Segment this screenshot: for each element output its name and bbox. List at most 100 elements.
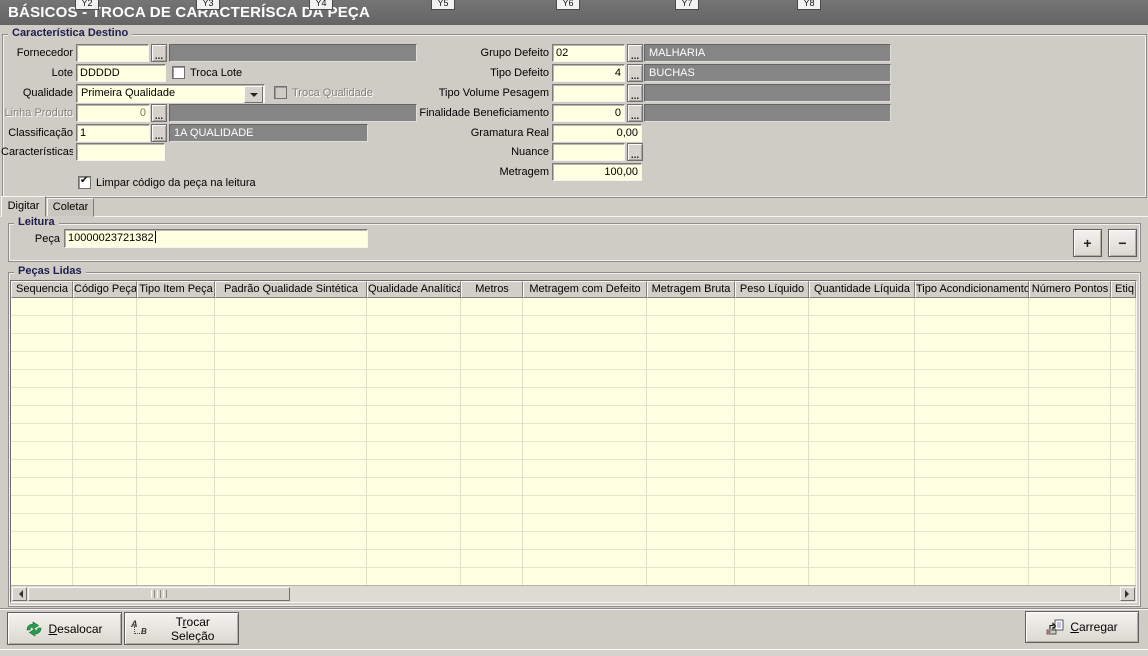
carregar-button[interactable]: Carregar	[1025, 611, 1139, 643]
column-header-10[interactable]: Tipo Acondicionamento	[915, 281, 1029, 298]
grupo-defeito-input[interactable]	[552, 44, 625, 62]
column-header-5[interactable]: Metros	[461, 281, 523, 298]
marker-y3: Y3	[196, 0, 220, 10]
arrow-left-icon	[15, 590, 23, 598]
nuance-input[interactable]	[552, 143, 625, 161]
grid-column-0	[11, 298, 73, 585]
gramatura-label: Gramatura Real	[408, 124, 549, 142]
grupo-defeito-lookup-button[interactable]: ...	[627, 44, 643, 62]
metragem-label: Metragem	[408, 163, 549, 181]
limpar-codigo-checkbox[interactable]	[78, 176, 91, 189]
column-header-11[interactable]: Número Pontos	[1029, 281, 1111, 298]
grid-column-7	[647, 298, 735, 585]
classificacao-input[interactable]	[76, 124, 150, 142]
caracteristicas-input[interactable]	[76, 143, 165, 161]
grid-column-9	[809, 298, 915, 585]
arrow-right-icon	[1125, 590, 1133, 598]
qualidade-dropdown-button[interactable]	[244, 86, 263, 103]
grupo-defeito-display: MALHARIA	[644, 44, 891, 62]
thumb-grip-icon	[151, 590, 155, 598]
column-header-8[interactable]: Peso Líquido	[735, 281, 809, 298]
grid-column-8	[735, 298, 809, 585]
column-header-1[interactable]: Código Peça	[73, 281, 137, 298]
tipo-defeito-label: Tipo Defeito	[408, 64, 549, 82]
leitura-caption: Leitura	[14, 216, 59, 229]
nuance-lookup-button[interactable]: ...	[627, 143, 643, 161]
caracteristicas-label: Características	[1, 143, 73, 161]
grid-column-12	[1111, 298, 1136, 585]
qualidade-value: Primeira Qualidade	[81, 86, 175, 101]
scrollbar-thumb[interactable]	[28, 587, 290, 601]
tab-digitar[interactable]: Digitar	[1, 196, 46, 217]
column-header-3[interactable]: Padrão Qualidade Sintética	[215, 281, 367, 298]
linha-produto-lookup-button[interactable]: ...	[151, 104, 167, 122]
troca-qualidade-checkbox	[274, 86, 287, 99]
tipo-volume-input[interactable]	[552, 84, 625, 102]
tipo-volume-label: Tipo Volume Pesagem	[408, 84, 549, 102]
finalidade-lookup-button[interactable]: ...	[627, 104, 643, 122]
fornecedor-label: Fornecedor	[1, 44, 73, 62]
troca-lote-checkbox[interactable]	[172, 66, 185, 79]
column-header-6[interactable]: Metragem com Defeito	[523, 281, 647, 298]
troca-lote-label: Troca Lote	[190, 64, 310, 82]
column-header-2[interactable]: Tipo Item Peça	[137, 281, 215, 298]
fornecedor-lookup-button[interactable]: ...	[151, 44, 167, 62]
lote-input[interactable]	[76, 64, 166, 82]
finalidade-input[interactable]	[552, 104, 625, 122]
tipo-defeito-display: BUCHAS	[644, 64, 891, 82]
pecas-lidas-caption: Peças Lidas	[14, 265, 86, 278]
app-window: BÁSICOS - TROCA DE CARACTERÍSCA DA PEÇA …	[0, 0, 1148, 656]
peca-input[interactable]: 10000023721382	[64, 229, 368, 248]
qualidade-label: Qualidade	[1, 84, 73, 102]
grid-column-2	[137, 298, 215, 585]
trocar-selecao-button[interactable]: AB Trocar Seleção	[124, 612, 239, 645]
text-caret	[155, 231, 156, 243]
marker-y6: Y6	[556, 0, 580, 10]
grid-column-10	[915, 298, 1029, 585]
grid-body[interactable]	[11, 298, 1136, 585]
peca-label: Peça	[8, 230, 60, 248]
horizontal-scrollbar[interactable]	[11, 585, 1136, 602]
remove-piece-button[interactable]: −	[1108, 229, 1137, 257]
marker-y7: Y7	[675, 0, 699, 10]
tipo-volume-display	[644, 84, 891, 102]
gramatura-input[interactable]	[552, 124, 642, 142]
column-header-12[interactable]: Etiq	[1111, 281, 1136, 298]
finalidade-display	[644, 104, 891, 122]
fornecedor-display	[169, 44, 417, 62]
load-icon	[1046, 619, 1064, 635]
grid-column-3	[215, 298, 367, 585]
tab-coletar[interactable]: Coletar	[47, 198, 94, 217]
bottom-strip	[0, 649, 1148, 656]
limpar-codigo-label: Limpar código da peça na leitura	[96, 174, 316, 192]
column-header-4[interactable]: Qualidade Analítica	[367, 281, 461, 298]
desalocar-button[interactable]: Desalocar	[7, 612, 122, 645]
deallocate-icon	[26, 621, 42, 637]
grid-column-5	[461, 298, 523, 585]
grid-column-6	[523, 298, 647, 585]
marker-y8: Y8	[797, 0, 821, 10]
grid-column-1	[73, 298, 137, 585]
tipo-defeito-input[interactable]	[552, 64, 625, 82]
column-header-0[interactable]: Sequencia	[11, 281, 73, 298]
column-header-9[interactable]: Quantidade Líquida	[809, 281, 915, 298]
nuance-label: Nuance	[408, 143, 549, 161]
peca-value: 10000023721382	[68, 232, 154, 244]
grid-column-4	[367, 298, 461, 585]
grid-header: SequenciaCódigo PeçaTipo Item PeçaPadrão…	[11, 281, 1136, 298]
fornecedor-input[interactable]	[76, 44, 149, 62]
scroll-left-button[interactable]	[12, 587, 27, 601]
scroll-right-button[interactable]	[1120, 587, 1135, 601]
grupo-defeito-label: Grupo Defeito	[408, 44, 549, 62]
add-piece-button[interactable]: +	[1073, 229, 1102, 257]
grid-column-11	[1029, 298, 1111, 585]
metragem-input[interactable]	[552, 163, 642, 181]
desalocar-button-label: Desalocar	[48, 622, 102, 636]
thumb-grip-icon	[157, 590, 161, 598]
tipo-defeito-lookup-button[interactable]: ...	[627, 64, 643, 82]
tipo-volume-lookup-button[interactable]: ...	[627, 84, 643, 102]
column-header-7[interactable]: Metragem Bruta	[647, 281, 735, 298]
qualidade-select[interactable]: Primeira Qualidade	[76, 84, 265, 103]
marker-y4: Y4	[309, 0, 333, 10]
classificacao-lookup-button[interactable]: ...	[151, 124, 167, 142]
